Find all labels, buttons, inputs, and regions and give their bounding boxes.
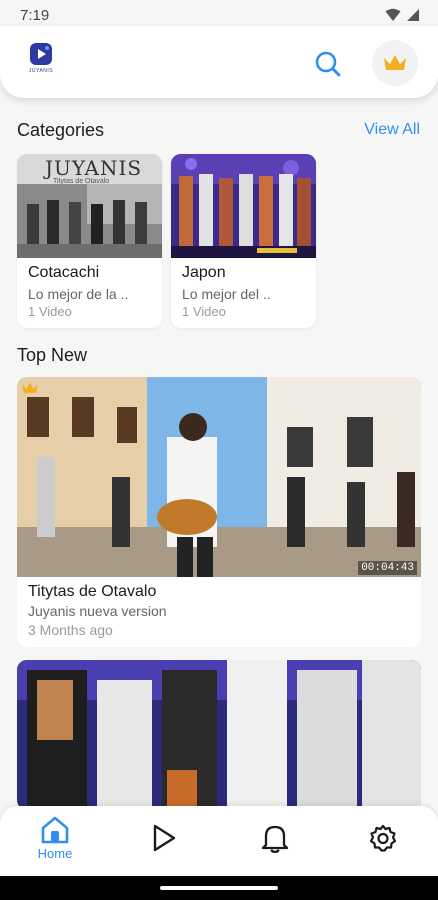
bottom-nav: Home (0, 806, 438, 876)
video-card[interactable] (17, 660, 421, 810)
top-new-title: Top New (17, 345, 88, 365)
crown-icon (384, 55, 406, 70)
category-thumbnail: JUYANIS Titytas de Otavalo (17, 154, 162, 258)
category-count: 1 Video (182, 304, 226, 319)
nav-label-home: Home (37, 845, 73, 861)
category-name: Japon (182, 264, 226, 281)
play-icon (153, 824, 176, 852)
nav-item-videos[interactable] (134, 806, 194, 870)
thumb-caption-title: JUYANIS (45, 156, 143, 180)
category-card-cotacachi[interactable]: JUYANIS Titytas de Otavalo Cotacachi Lo … (17, 154, 162, 328)
status-time: 7:19 (20, 6, 50, 24)
bell-icon (261, 825, 289, 853)
gear-icon (369, 824, 397, 852)
nav-item-notifications[interactable] (245, 806, 305, 870)
category-description: Lo mejor de la .. (28, 286, 129, 302)
crown-icon (22, 382, 38, 393)
premium-badge (21, 381, 39, 400)
gesture-bar (0, 876, 438, 900)
home-gesture-handle[interactable] (160, 886, 278, 890)
premium-button[interactable] (372, 40, 418, 86)
thumb-caption-sub: Titytas de Otavalo (53, 178, 110, 185)
app-logo[interactable]: JUYANIS (24, 42, 58, 82)
category-description: Lo mejor del .. (182, 286, 271, 302)
signal-icon (407, 9, 419, 21)
video-card[interactable]: 00:04:43 Titytas de Otavalo Juyanis nuev… (17, 377, 421, 647)
search-button[interactable] (306, 42, 350, 86)
nav-item-settings[interactable] (353, 806, 413, 870)
app-header: JUYANIS (0, 26, 438, 98)
search-icon (315, 51, 341, 77)
video-title: Titytas de Otavalo (28, 583, 157, 600)
category-name: Cotacachi (28, 264, 100, 281)
category-thumbnail (171, 154, 316, 258)
video-time-ago: 3 Months ago (28, 622, 113, 638)
categories-title: Categories (17, 120, 105, 140)
video-thumbnail: 00:04:43 (17, 377, 421, 577)
logo-play-icon (30, 43, 52, 65)
wifi-icon (385, 8, 401, 21)
video-subtitle: Juyanis nueva version (28, 603, 167, 619)
logo-text: JUYANIS (28, 68, 54, 74)
video-thumbnail (17, 660, 421, 810)
category-card-japon[interactable]: Japon Lo mejor del .. 1 Video (171, 154, 316, 328)
category-count: 1 Video (28, 304, 72, 319)
video-duration: 00:04:43 (358, 561, 417, 575)
view-all-link[interactable]: View All (364, 121, 420, 139)
home-icon (41, 816, 69, 843)
nav-item-home[interactable]: Home (25, 806, 85, 870)
status-icons (385, 8, 420, 22)
